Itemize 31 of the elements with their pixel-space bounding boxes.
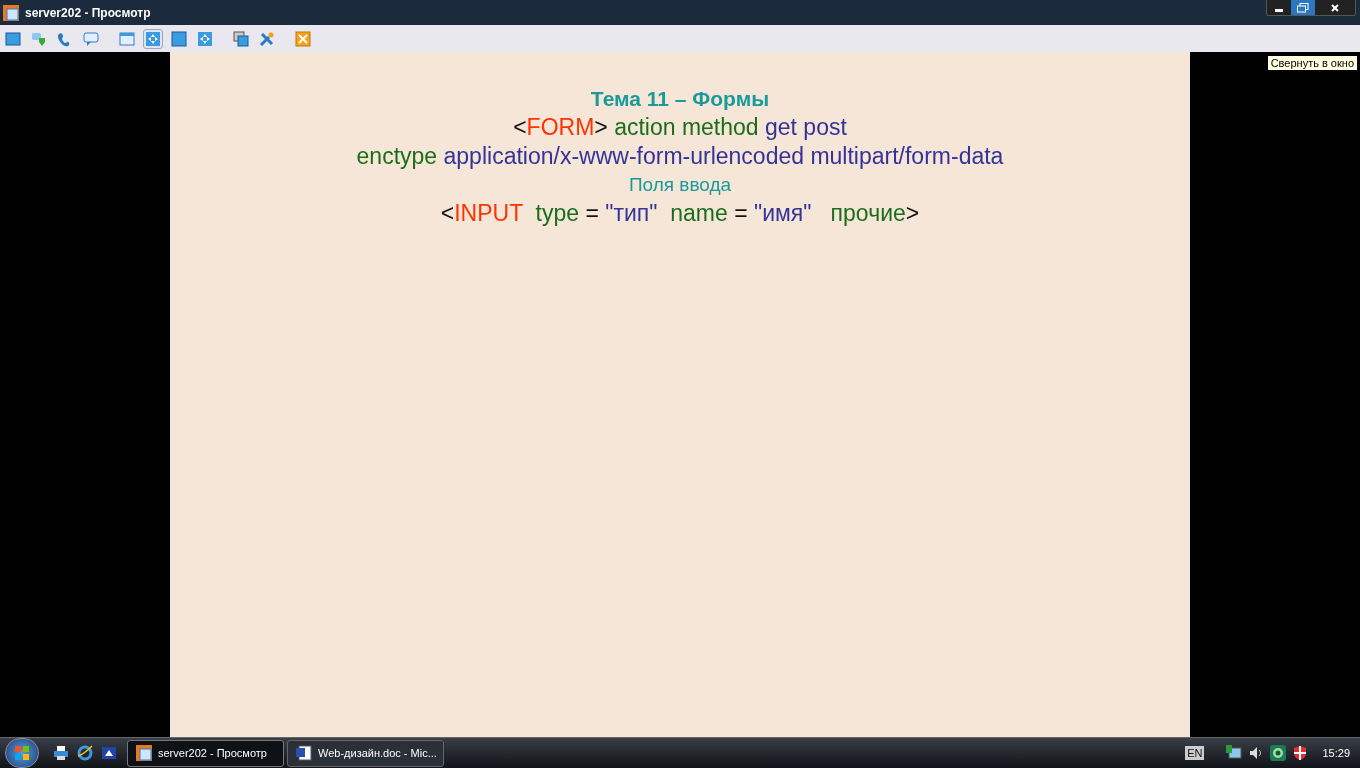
code-line: <FORM> action method get post [513, 113, 847, 142]
square-button[interactable] [169, 28, 189, 49]
minimize-icon [1275, 9, 1283, 12]
windows-button[interactable] [231, 28, 251, 49]
close-icon [1331, 3, 1339, 12]
minimize-button[interactable] [1267, 0, 1291, 15]
app-icon [3, 4, 19, 21]
circle-icon[interactable] [1270, 745, 1287, 761]
media-icon[interactable] [101, 745, 117, 761]
slide-title: Тема 11 – Формы [590, 86, 770, 112]
close-button[interactable] [1315, 0, 1355, 15]
code-line: <INPUT type = "тип" name = "имя" прочие> [440, 199, 920, 228]
taskbar-button[interactable]: Web-дизайн.doc - Mic... [287, 739, 444, 767]
window-title: server202 - Просмотр [25, 4, 151, 22]
app-icon [136, 745, 152, 761]
code-line: enctype application/x-www-form-urlencoded multipart/form-data [356, 142, 1004, 171]
document-icon [296, 745, 312, 761]
fit-screen-button[interactable] [143, 28, 163, 49]
shield-icon[interactable] [1292, 745, 1309, 761]
windows-logo-icon [14, 745, 30, 761]
network-icon[interactable] [1226, 745, 1243, 761]
restore-button[interactable] [1291, 0, 1315, 15]
browser-icon[interactable] [77, 745, 93, 761]
taskbar-button[interactable]: server202 - Просмотр [127, 739, 284, 767]
printer-icon[interactable] [53, 745, 69, 761]
tooltip: Свернуть в окно [1266, 55, 1358, 71]
language-indicator[interactable]: EN [1185, 746, 1205, 760]
restore-icon [1297, 2, 1309, 13]
start-button[interactable] [5, 738, 39, 768]
slide-subheading: Поля ввода [628, 173, 732, 197]
clock[interactable]: 15:29 [1322, 744, 1350, 762]
